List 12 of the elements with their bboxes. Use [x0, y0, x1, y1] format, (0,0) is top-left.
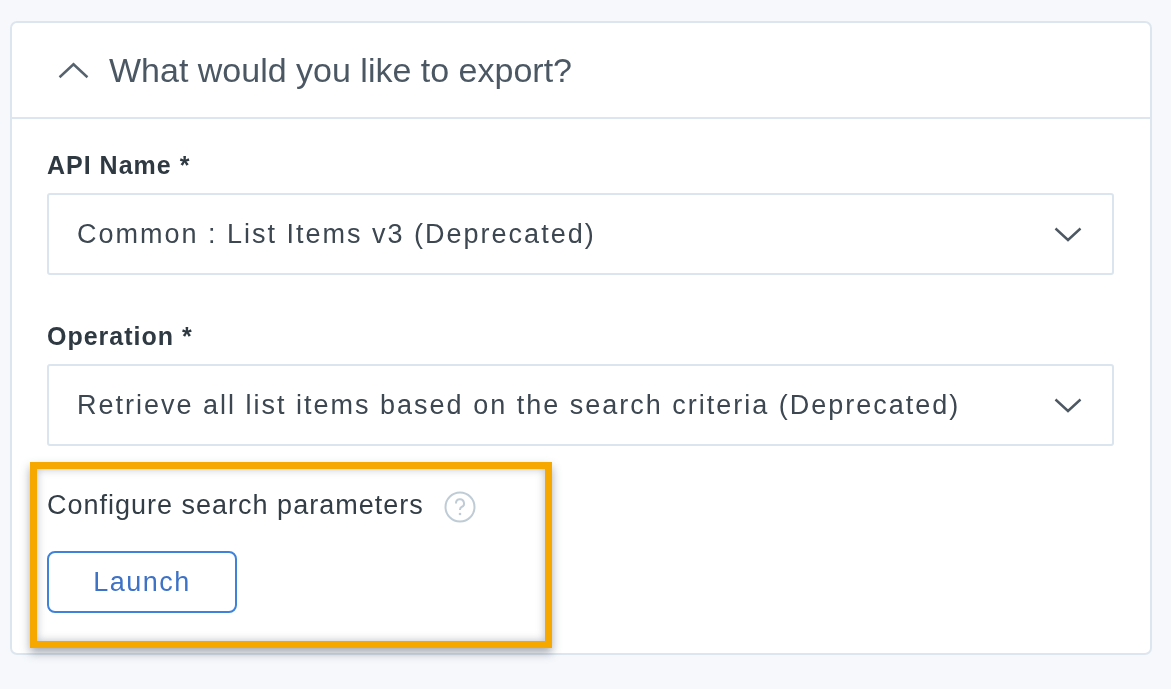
field-label: API Name * — [47, 150, 191, 180]
dropdown-field[interactable]: Retrieve all list items based on the search criteria (Deprecated) — [47, 364, 1114, 446]
launch-button[interactable]: Launch — [47, 551, 237, 613]
dropdown-field[interactable]: Common : List Items v3 (Deprecated) — [47, 193, 1114, 275]
chevron-down-icon — [1054, 226, 1082, 242]
parameters-label: Configure search parameters — [47, 489, 424, 522]
panel-title: What would you like to export? — [109, 50, 573, 91]
chevron-up-icon — [58, 61, 89, 79]
help-icon[interactable] — [443, 491, 476, 523]
field-label: Operation * — [47, 321, 193, 351]
panel-header[interactable]: What would you like to export? — [12, 23, 1150, 119]
chevron-down-icon — [1054, 397, 1082, 413]
